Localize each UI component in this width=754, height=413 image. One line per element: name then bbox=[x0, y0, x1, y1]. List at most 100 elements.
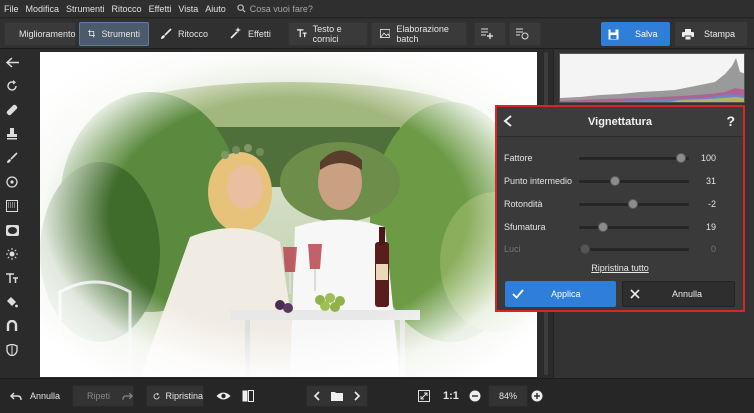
magic-wand-icon bbox=[230, 27, 241, 39]
heal-tool[interactable] bbox=[0, 98, 24, 122]
brush-tool[interactable] bbox=[0, 146, 24, 170]
add-tool-button[interactable] bbox=[474, 21, 506, 46]
remove-tool-button[interactable] bbox=[509, 21, 541, 46]
menu-modifica[interactable]: Modifica bbox=[26, 4, 60, 14]
tab-elaborazione-batch[interactable]: Elaborazione batch bbox=[371, 21, 467, 46]
magnet-icon bbox=[6, 320, 18, 331]
dialog-header: Vignettatura ? bbox=[497, 107, 743, 137]
print-button[interactable]: Stampa bbox=[675, 22, 747, 46]
redo-button[interactable]: Ripeti bbox=[72, 385, 134, 407]
sun-icon bbox=[6, 248, 18, 260]
main-toolbar: Miglioramento Strumenti Ritocco Effetti … bbox=[0, 19, 754, 49]
menu-strumenti[interactable]: Strumenti bbox=[66, 4, 105, 14]
search-icon bbox=[237, 4, 246, 13]
save-button[interactable]: Salva bbox=[601, 22, 670, 46]
stamp-icon bbox=[7, 128, 17, 140]
vignette-photo bbox=[40, 52, 537, 377]
compare-toggle[interactable] bbox=[242, 385, 254, 407]
text-tool[interactable] bbox=[0, 266, 24, 290]
tab-miglioramento[interactable]: Miglioramento bbox=[4, 21, 76, 46]
paint-bucket-icon bbox=[7, 297, 18, 308]
redo-label: Ripeti bbox=[87, 391, 111, 401]
slider-handle[interactable] bbox=[610, 176, 621, 186]
crop-icon bbox=[88, 29, 96, 38]
tab-label: Effetti bbox=[248, 28, 271, 39]
stamp-tool[interactable] bbox=[0, 122, 24, 146]
zoom-out-button[interactable] bbox=[469, 385, 481, 407]
menu-search[interactable]: Cosa vuoi fare? bbox=[237, 4, 313, 14]
tab-label: Strumenti bbox=[101, 28, 140, 39]
fit-screen-button[interactable] bbox=[418, 385, 430, 407]
slider-track[interactable] bbox=[579, 199, 689, 209]
slider-value: 31 bbox=[705, 176, 716, 186]
zoom-in-button[interactable] bbox=[531, 385, 543, 407]
list-clock-icon bbox=[516, 28, 529, 40]
tab-ritocco[interactable]: Ritocco bbox=[152, 22, 218, 46]
image-canvas[interactable] bbox=[24, 50, 553, 378]
shape-tool[interactable] bbox=[0, 338, 24, 362]
brush-icon bbox=[7, 152, 18, 163]
tab-strumenti[interactable]: Strumenti bbox=[79, 21, 149, 46]
slider-track[interactable] bbox=[579, 153, 689, 163]
photo-preview bbox=[40, 52, 537, 377]
images-icon bbox=[380, 29, 391, 38]
back-button[interactable] bbox=[0, 50, 24, 74]
dialog-title: Vignettatura bbox=[588, 115, 652, 128]
gradient-icon bbox=[6, 200, 18, 212]
left-toolbar bbox=[0, 50, 24, 378]
gradient-filter-tool[interactable] bbox=[0, 194, 24, 218]
chevron-right-icon[interactable] bbox=[354, 391, 361, 401]
slider-label: Fattore bbox=[504, 153, 533, 163]
slider-track[interactable] bbox=[579, 222, 689, 232]
preview-toggle[interactable] bbox=[216, 385, 231, 407]
text-icon bbox=[6, 272, 18, 283]
menu-bar: File Modifica Strumenti Ritocco Effetti … bbox=[0, 0, 754, 18]
printer-icon bbox=[682, 28, 694, 40]
print-label: Stampa bbox=[704, 29, 736, 39]
menu-aiuto[interactable]: Aiuto bbox=[205, 4, 226, 14]
slider-value: 19 bbox=[705, 222, 716, 232]
slider-row-luci: Luci 0 bbox=[504, 242, 740, 256]
reset-all-link[interactable]: Ripristina tutto bbox=[497, 263, 743, 273]
restore-icon bbox=[153, 392, 160, 399]
bottom-bar: Annulla Ripeti Ripristina 1:1 84% bbox=[0, 378, 754, 413]
tab-effetti[interactable]: Effetti bbox=[221, 22, 285, 46]
slider-handle[interactable] bbox=[627, 199, 638, 209]
magnet-tool[interactable] bbox=[0, 314, 24, 338]
back-chevron-icon[interactable] bbox=[503, 115, 513, 127]
shield-icon bbox=[6, 344, 18, 356]
rotate-tool[interactable] bbox=[0, 74, 24, 98]
compare-icon bbox=[242, 390, 254, 402]
histogram bbox=[559, 53, 745, 103]
undo-icon bbox=[10, 392, 22, 400]
light-tool[interactable] bbox=[0, 242, 24, 266]
actual-size-button[interactable]: 1:1 bbox=[443, 385, 459, 407]
tab-testo-cornici[interactable]: Testo e cornici bbox=[288, 21, 368, 46]
zoom-value[interactable]: 84% bbox=[488, 385, 528, 407]
undo-button[interactable]: Annulla bbox=[10, 385, 60, 407]
tab-label: Elaborazione batch bbox=[396, 23, 449, 44]
vignette-tool[interactable] bbox=[0, 218, 24, 242]
menu-ritocco[interactable]: Ritocco bbox=[112, 4, 142, 14]
apply-label: Applica bbox=[551, 289, 581, 299]
list-add-icon bbox=[481, 28, 493, 39]
fill-tool[interactable] bbox=[0, 290, 24, 314]
radial-filter-tool[interactable] bbox=[0, 170, 24, 194]
slider-track[interactable] bbox=[579, 176, 689, 186]
slider-value: -2 bbox=[707, 199, 716, 209]
menu-file[interactable]: File bbox=[4, 4, 19, 14]
menu-effetti[interactable]: Effetti bbox=[149, 4, 172, 14]
help-button[interactable]: ? bbox=[726, 113, 735, 129]
folder-icon[interactable] bbox=[330, 391, 343, 401]
brush-icon bbox=[161, 27, 172, 39]
restore-button[interactable]: Ripristina bbox=[146, 385, 204, 407]
slider-value: 100 bbox=[700, 153, 716, 163]
slider-value: 0 bbox=[710, 244, 716, 254]
apply-button[interactable]: Applica bbox=[505, 281, 616, 307]
slider-handle[interactable] bbox=[676, 153, 687, 163]
chevron-left-icon[interactable] bbox=[313, 391, 320, 401]
slider-handle[interactable] bbox=[598, 222, 609, 232]
cancel-button[interactable]: Annulla bbox=[622, 281, 735, 307]
zoom-out-icon bbox=[469, 390, 481, 402]
menu-vista[interactable]: Vista bbox=[178, 4, 198, 14]
